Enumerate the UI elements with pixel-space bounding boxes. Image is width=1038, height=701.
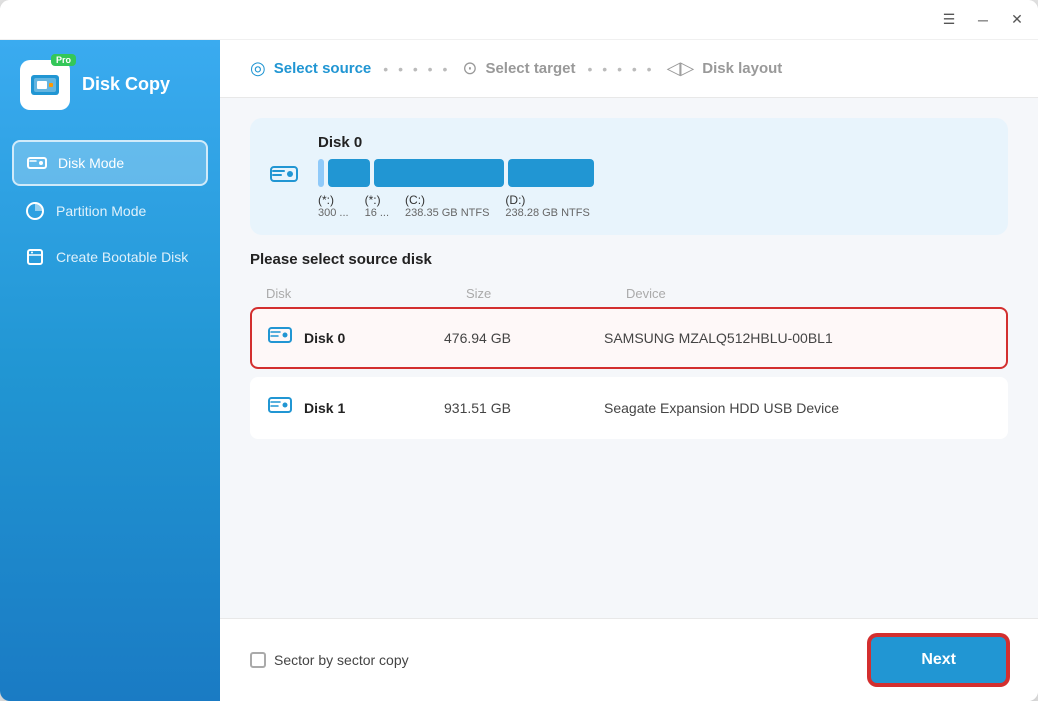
disk-mode-icon	[26, 152, 48, 174]
app-icon-wrap: Pro	[20, 60, 70, 110]
step-select-target[interactable]: ⊙ Select target	[462, 58, 575, 79]
footer: Sector by sector copy Next	[220, 618, 1038, 701]
step-select-source[interactable]: ◎ Select source	[250, 58, 371, 79]
disk-preview-name: Disk 0	[318, 134, 988, 151]
table-header: Disk Size Device	[250, 280, 1008, 307]
bootable-disk-icon	[24, 246, 46, 268]
sidebar-nav: Disk Mode Partition Mode	[0, 140, 220, 278]
col-size-header: Size	[466, 286, 626, 301]
partition-0-detail: 300 ...	[318, 207, 349, 219]
next-button[interactable]: Next	[869, 635, 1008, 685]
disk-0-name: Disk 0	[304, 330, 444, 346]
partition-label-3: (D:) 238.28 GB NTFS	[505, 193, 589, 219]
partition-label-1: (*:) 16 ...	[365, 193, 389, 219]
steps-header: ◎ Select source • • • • • ⊙ Select targe…	[220, 40, 1038, 98]
menu-button[interactable]: ☰	[940, 11, 958, 29]
partition-mode-icon	[24, 200, 46, 222]
step-dots-1: • • • • •	[383, 61, 450, 77]
step-dots-2: • • • • •	[588, 61, 655, 77]
content-area: ◎ Select source • • • • • ⊙ Select targe…	[220, 40, 1038, 701]
table-section: Please select source disk Disk Size Devi…	[220, 251, 1038, 618]
table-row[interactable]: Disk 1 931.51 GB Seagate Expansion HDD U…	[250, 377, 1008, 439]
partition-bar-3	[508, 159, 594, 187]
partition-labels: (*:) 300 ... (*:) 16 ... (C:) 238.35 GB …	[318, 193, 988, 219]
app-name: Disk Copy	[82, 74, 170, 96]
step-target-label: Select target	[485, 60, 575, 77]
checkbox-box	[250, 652, 266, 668]
col-disk-header: Disk	[266, 286, 466, 301]
disk-preview: Disk 0 (*:) 300 ... (*:)	[250, 118, 1008, 235]
partition-1-letter: (*:)	[365, 193, 389, 207]
select-source-icon: ◎	[250, 58, 266, 79]
partition-0-letter: (*:)	[318, 193, 349, 207]
close-button[interactable]: ✕	[1008, 11, 1026, 29]
main-layout: Pro Disk Copy Disk Mode	[0, 40, 1038, 701]
disk-1-name: Disk 1	[304, 400, 444, 416]
partition-2-detail: 238.35 GB NTFS	[405, 207, 489, 219]
sidebar-item-partition-mode[interactable]: Partition Mode	[12, 190, 208, 232]
disk-1-device: Seagate Expansion HDD USB Device	[604, 400, 990, 416]
partition-mode-label: Partition Mode	[56, 203, 146, 219]
app-logo: Pro Disk Copy	[0, 60, 220, 140]
disk-preview-icon	[270, 160, 298, 194]
partition-label-0: (*:) 300 ...	[318, 193, 349, 219]
sidebar: Pro Disk Copy Disk Mode	[0, 40, 220, 701]
table-title: Please select source disk	[250, 251, 1008, 268]
partition-1-detail: 16 ...	[365, 207, 389, 219]
disk-0-device: SAMSUNG MZALQ512HBLU-00BL1	[604, 330, 990, 346]
disk-0-icon	[268, 323, 292, 353]
bootable-label: Create Bootable Disk	[56, 249, 188, 265]
disk-1-icon	[268, 393, 292, 423]
partition-3-letter: (D:)	[505, 193, 589, 207]
app-window: ☰ ─ ✕ Pro Disk Copy	[0, 0, 1038, 701]
checkbox-label: Sector by sector copy	[274, 652, 409, 668]
minimize-button[interactable]: ─	[974, 11, 992, 29]
disk-mode-label: Disk Mode	[58, 155, 124, 171]
partition-2-letter: (C:)	[405, 193, 489, 207]
partition-bars	[318, 159, 988, 187]
pro-badge: Pro	[51, 54, 76, 66]
select-target-icon: ⊙	[462, 58, 477, 79]
title-bar: ☰ ─ ✕	[0, 0, 1038, 40]
app-icon-svg	[29, 69, 61, 101]
partition-label-2: (C:) 238.35 GB NTFS	[405, 193, 489, 219]
disk-preview-info: Disk 0 (*:) 300 ... (*:)	[318, 134, 988, 219]
step-layout-label: Disk layout	[702, 60, 782, 77]
sector-copy-checkbox[interactable]: Sector by sector copy	[250, 652, 409, 668]
app-icon-bg	[20, 60, 70, 110]
step-source-label: Select source	[274, 60, 372, 77]
sidebar-item-disk-mode[interactable]: Disk Mode	[12, 140, 208, 186]
partition-bar-2	[374, 159, 504, 187]
partition-bar-1	[328, 159, 370, 187]
disk-0-size: 476.94 GB	[444, 330, 604, 346]
col-device-header: Device	[626, 286, 992, 301]
partition-bar-0	[318, 159, 324, 187]
partition-3-detail: 238.28 GB NTFS	[505, 207, 589, 219]
disk-layout-icon: ◁▷	[667, 58, 695, 79]
table-row[interactable]: Disk 0 476.94 GB SAMSUNG MZALQ512HBLU-00…	[250, 307, 1008, 369]
sidebar-item-bootable[interactable]: Create Bootable Disk	[12, 236, 208, 278]
disk-1-size: 931.51 GB	[444, 400, 604, 416]
step-disk-layout[interactable]: ◁▷ Disk layout	[667, 58, 783, 79]
